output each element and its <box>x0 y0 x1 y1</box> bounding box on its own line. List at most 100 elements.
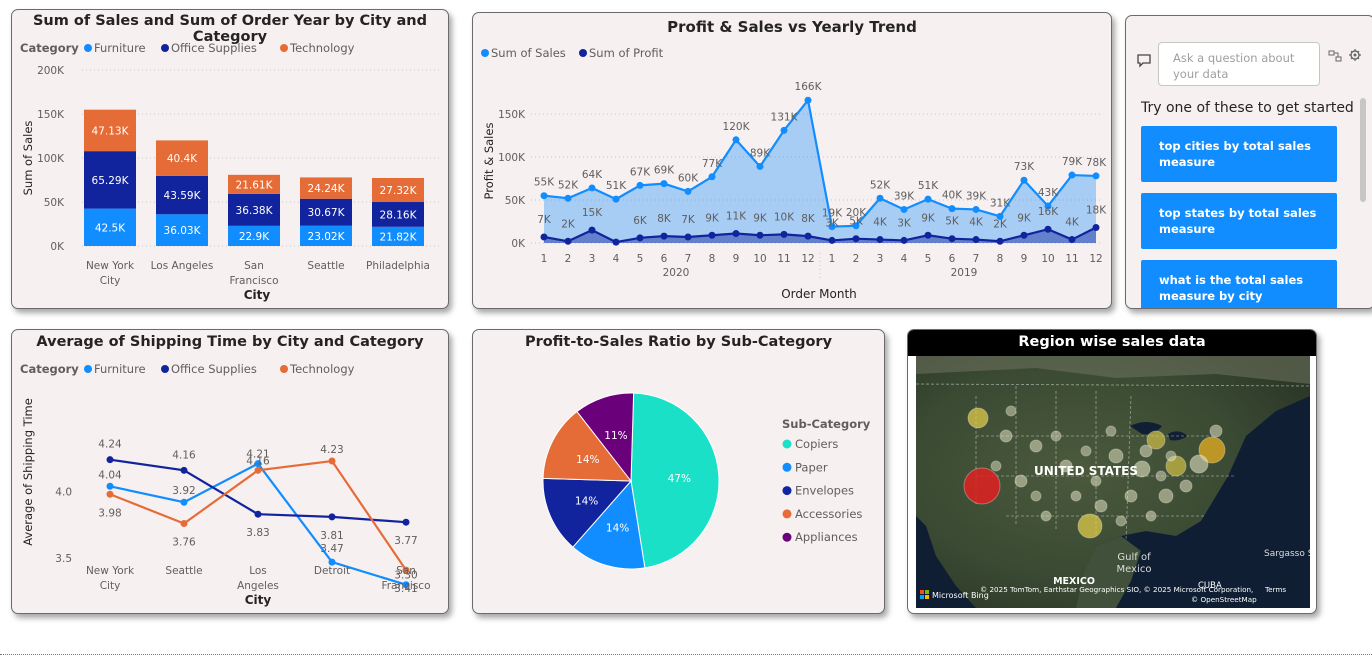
card-title: Region wise sales data <box>1018 334 1206 350</box>
sales-point <box>756 162 764 170</box>
data-label: 22.9K <box>239 231 270 243</box>
data-label: 43.59K <box>164 190 202 202</box>
shipping-time-card[interactable]: Average of Shipping Time by City and Cat… <box>11 329 449 614</box>
y-tick-label: 50K <box>44 197 65 209</box>
qa-suggestion-button[interactable]: top cities by total sales measure <box>1141 126 1337 182</box>
map-terms-link: Terms <box>1264 585 1286 594</box>
legend-marker <box>280 44 288 52</box>
legend-item: Sum of Sales <box>491 46 566 60</box>
x-tick-label: 6 <box>661 253 668 265</box>
x-group-label: 2019 <box>951 267 978 279</box>
x-tick-label: 10 <box>753 253 766 265</box>
qa-prompt-text: Try one of these to get started <box>1141 100 1354 116</box>
related-icon[interactable] <box>1328 48 1342 67</box>
city-bubble <box>1158 488 1174 504</box>
profit-point <box>996 237 1004 245</box>
profit-ratio-card[interactable]: Profit-to-Sales Ratio by Sub-Category 47… <box>472 329 885 614</box>
region-map-card[interactable]: Region wise sales data UNITED STATES Gulf… <box>907 329 1317 614</box>
data-label: 7K <box>537 214 552 226</box>
data-point <box>106 490 114 498</box>
profit-point <box>900 236 908 244</box>
x-tick-label: 1 <box>829 253 836 265</box>
sales-point <box>948 205 956 213</box>
legend-title: Sub-Category <box>782 417 871 431</box>
city-bubble <box>1040 510 1052 522</box>
legend-marker <box>782 509 792 519</box>
x-tick-label: San <box>244 260 264 272</box>
x-tick-label: 8 <box>709 253 716 265</box>
profit-point <box>804 232 812 240</box>
data-label: 67K <box>630 166 651 178</box>
scrollbar[interactable] <box>1360 98 1366 202</box>
x-tick-label: Detroit <box>314 565 350 577</box>
city-bubble <box>1124 489 1138 503</box>
legend-marker <box>481 49 489 57</box>
qa-suggestion-button[interactable]: what is the total sales measure by city <box>1141 260 1337 308</box>
data-label: 36.03K <box>164 225 202 237</box>
city-bubble <box>1094 499 1108 513</box>
gear-icon[interactable] <box>1348 47 1362 66</box>
x-tick-label: 10 <box>1041 253 1054 265</box>
city-bubble <box>990 460 1002 472</box>
qa-suggestion-button[interactable]: top states by total sales measure <box>1141 193 1337 249</box>
x-tick-label: 2 <box>853 253 860 265</box>
sales-point <box>612 195 620 203</box>
data-label: 3.92 <box>172 485 195 497</box>
profit-point <box>876 236 884 244</box>
sales-point <box>732 136 740 144</box>
profit-point <box>852 235 860 243</box>
sales-point <box>540 192 548 200</box>
data-label: 10K <box>774 211 795 223</box>
data-label: 3.98 <box>98 507 121 519</box>
page-divider <box>0 654 1372 655</box>
legend-marker <box>84 365 92 373</box>
sales-by-city-card[interactable]: Sum of Sales and Sum of Order Year by Ci… <box>11 9 449 309</box>
x-axis-title: City <box>244 288 271 302</box>
slice-label: 11% <box>604 430 627 442</box>
x-tick-label: City <box>100 275 121 287</box>
data-label: 9K <box>753 212 768 224</box>
sales-point <box>900 205 908 213</box>
data-label: 78K <box>1086 157 1107 169</box>
legend-item: Sum of Profit <box>589 46 664 60</box>
data-point <box>402 518 410 526</box>
data-label: 40K <box>942 190 963 202</box>
data-label: 8K <box>657 213 672 225</box>
profit-sales-trend-card[interactable]: Profit & Sales vs Yearly Trend Sum of Sa… <box>472 12 1112 309</box>
city-bubble <box>1050 430 1062 442</box>
map-label: Mexico <box>1117 564 1152 575</box>
slice-label: 14% <box>606 522 629 534</box>
y-tick-label: 0K <box>50 241 65 253</box>
sales-point <box>1092 172 1100 180</box>
city-bubble <box>1030 490 1042 502</box>
data-label: 31K <box>990 197 1011 209</box>
data-label: 4.16 <box>172 449 196 461</box>
x-tick-label: Philadelphia <box>366 260 430 272</box>
chat-icon[interactable] <box>1136 52 1152 72</box>
legend-marker <box>579 49 587 57</box>
qa-question-input[interactable]: Ask a question about your data <box>1158 42 1320 86</box>
data-label: 9K <box>1017 212 1032 224</box>
pie-chart: 47% 14% 14% 14% 11% Sub-Category Copiers Paper E… <box>542 392 871 570</box>
x-tick-label: 11 <box>777 253 790 265</box>
data-label: 65.29K <box>92 175 130 187</box>
data-label: 4.04 <box>98 469 122 481</box>
legend-item: Envelopes <box>795 484 854 498</box>
profit-point <box>972 236 980 244</box>
data-label: 21.82K <box>380 231 418 243</box>
data-label: 64K <box>582 169 603 181</box>
data-label: 73K <box>1014 161 1035 173</box>
profit-point <box>1092 224 1100 232</box>
bubble-map[interactable]: UNITED STATESGulf ofMexicoMEXICOSargasso… <box>916 356 1310 608</box>
sales-point <box>972 205 980 213</box>
qa-visual-card[interactable]: Ask a question about your data Try one o… <box>1125 15 1372 309</box>
map-attribution: © OpenStreetMap <box>1191 595 1257 604</box>
legend-marker <box>280 365 288 373</box>
y-tick-label: 50K <box>505 195 526 207</box>
data-label: 79K <box>1062 156 1083 168</box>
y-tick-label: 150K <box>498 109 526 121</box>
data-label: 51K <box>606 180 627 192</box>
data-label: 3.76 <box>172 537 196 549</box>
x-tick-label: 7 <box>685 253 692 265</box>
profit-point <box>588 226 596 234</box>
